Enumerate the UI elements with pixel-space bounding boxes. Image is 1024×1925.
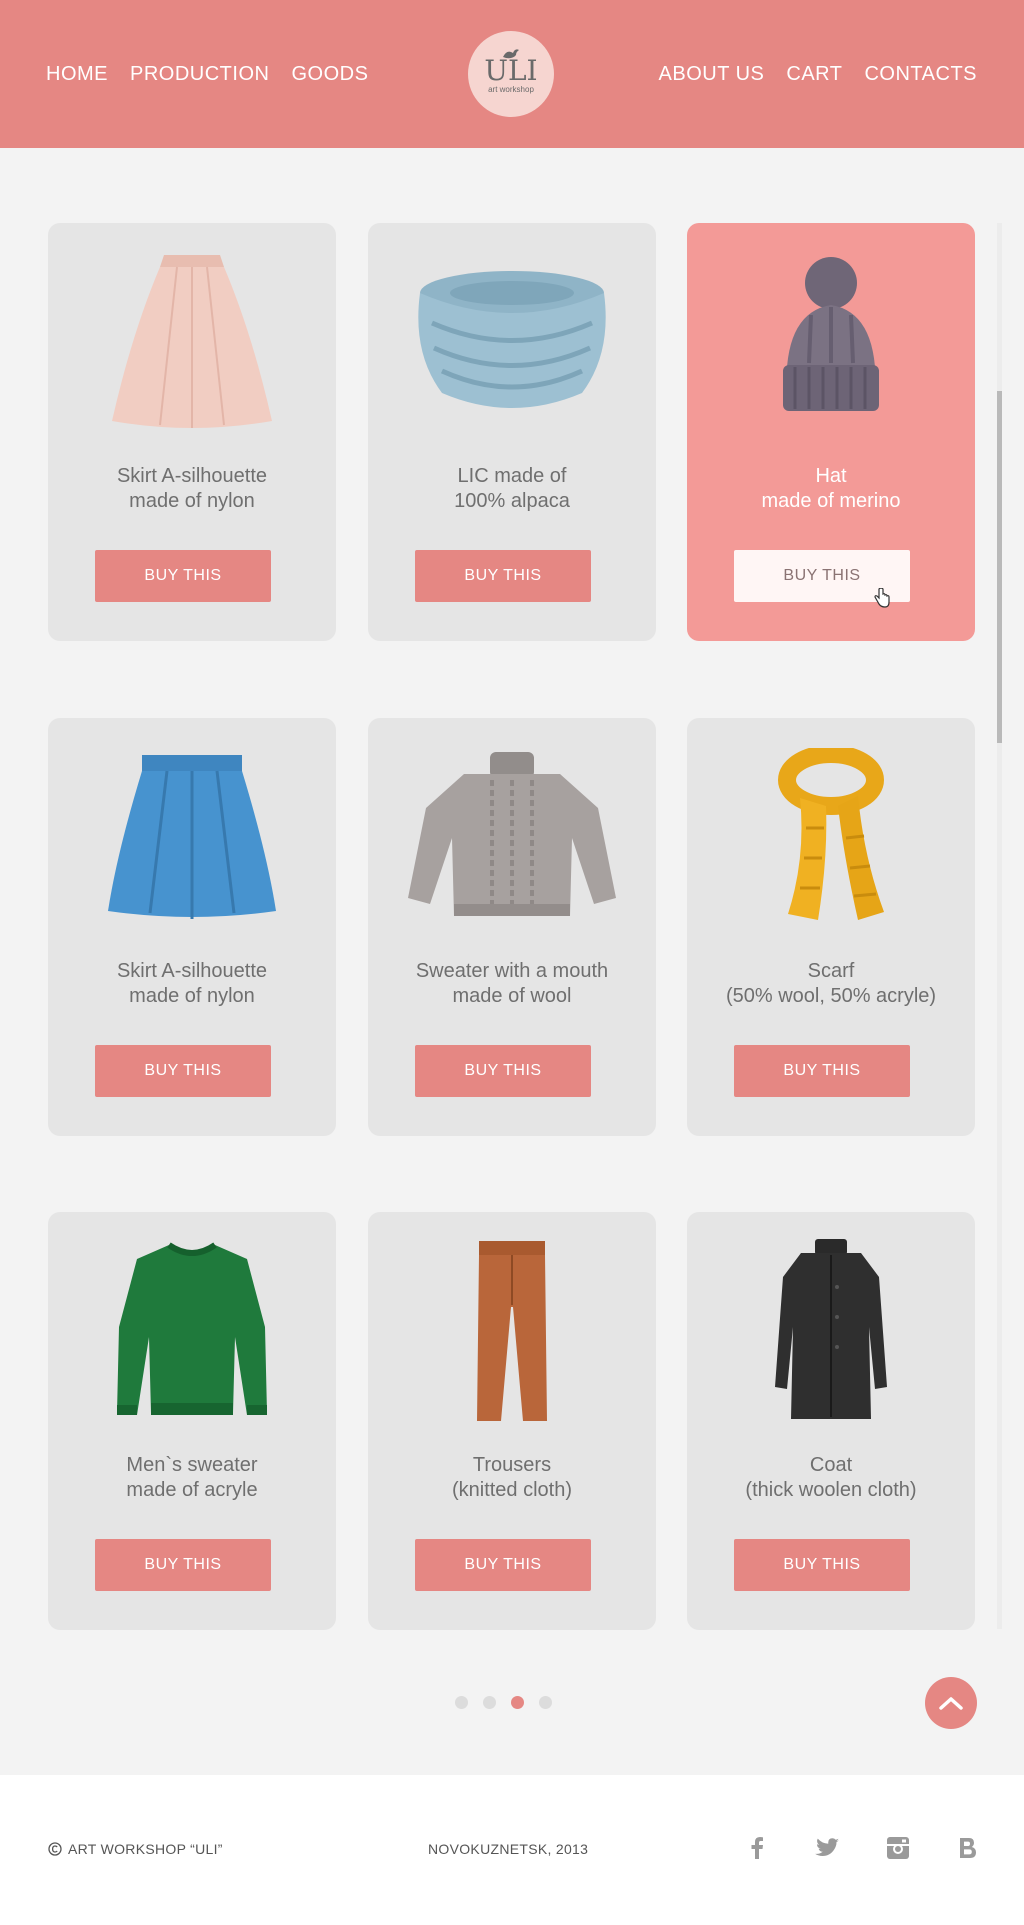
vk-icon[interactable] bbox=[955, 1835, 981, 1861]
buy-button[interactable]: BUY THIS bbox=[415, 550, 591, 602]
product-name: LIC made of bbox=[457, 465, 567, 487]
copyright-text: ART WORKSHOP “ULI” bbox=[68, 1841, 223, 1857]
scroll-to-top-button[interactable] bbox=[925, 1677, 977, 1729]
logo-subtitle: art workshop bbox=[488, 85, 534, 94]
footer-city: NOVOKUZNETSK, 2013 bbox=[428, 1841, 589, 1857]
product-card: Skirt A-silhouette made of nylon BUY THI… bbox=[48, 223, 336, 641]
instagram-icon[interactable] bbox=[885, 1835, 911, 1861]
buy-button[interactable]: BUY THIS bbox=[734, 1045, 910, 1097]
product-name: Sweater with a mouth bbox=[415, 960, 609, 982]
pagination bbox=[455, 1696, 552, 1709]
copyright: ART WORKSHOP “ULI” bbox=[48, 1841, 223, 1857]
hand-cursor-icon bbox=[874, 588, 890, 608]
copyright-icon bbox=[48, 1842, 62, 1856]
product-material: made of acryle bbox=[126, 1479, 258, 1501]
nav-contacts[interactable]: CONTACTS bbox=[864, 63, 977, 86]
nav-home[interactable]: HOME bbox=[46, 63, 108, 86]
product-card: Sweater with a mouth made of wool BUY TH… bbox=[368, 718, 656, 1136]
nav-goods[interactable]: GOODS bbox=[291, 63, 368, 86]
buy-button[interactable]: BUY THIS bbox=[415, 1045, 591, 1097]
buy-button[interactable]: BUY THIS bbox=[734, 1539, 910, 1591]
site-footer: ART WORKSHOP “ULI” NOVOKUZNETSK, 2013 bbox=[0, 1775, 1024, 1925]
main-nav-right: ABOUT US CART CONTACTS bbox=[659, 0, 977, 148]
bird-icon bbox=[503, 49, 519, 59]
product-name: Skirt A-silhouette bbox=[116, 465, 268, 487]
logo-text: ULI bbox=[484, 54, 538, 87]
page-dot-3-active[interactable] bbox=[511, 1696, 524, 1709]
product-image-green-sweater bbox=[48, 1242, 336, 1422]
scrollbar-thumb[interactable] bbox=[997, 391, 1002, 743]
product-card: Men`s sweater made of acryle BUY THIS bbox=[48, 1212, 336, 1630]
nav-about-us[interactable]: ABOUT US bbox=[659, 63, 765, 86]
buy-button[interactable]: BUY THIS bbox=[95, 1045, 271, 1097]
product-image-yellow-scarf bbox=[687, 748, 975, 928]
facebook-icon[interactable] bbox=[744, 1835, 770, 1861]
product-material: made of merino bbox=[761, 490, 901, 512]
buy-button[interactable]: BUY THIS bbox=[415, 1539, 591, 1591]
product-image-orange-trousers bbox=[368, 1241, 656, 1422]
nav-cart[interactable]: CART bbox=[786, 63, 842, 86]
product-name: Coat bbox=[809, 1454, 853, 1476]
page-dot-4[interactable] bbox=[539, 1696, 552, 1709]
product-image-black-coat bbox=[687, 1239, 975, 1422]
product-name: Skirt A-silhouette bbox=[116, 960, 268, 982]
product-material: made of nylon bbox=[129, 490, 255, 512]
product-material: made of wool bbox=[452, 985, 572, 1007]
product-material: (thick woolen cloth) bbox=[745, 1479, 917, 1501]
buy-button[interactable]: BUY THIS bbox=[95, 550, 271, 602]
product-name: Men`s sweater bbox=[126, 1454, 258, 1476]
page-dot-2[interactable] bbox=[483, 1696, 496, 1709]
product-card: Skirt A-silhouette made of nylon BUY THI… bbox=[48, 718, 336, 1136]
product-image-purple-hat bbox=[687, 253, 975, 433]
page-dot-1[interactable] bbox=[455, 1696, 468, 1709]
product-image-grey-sweater bbox=[368, 748, 656, 928]
product-name: Trousers bbox=[472, 1454, 552, 1476]
product-card: Coat (thick woolen cloth) BUY THIS bbox=[687, 1212, 975, 1630]
product-card: Scarf (50% wool, 50% acryle) BUY THIS bbox=[687, 718, 975, 1136]
chevron-up-icon bbox=[939, 1697, 963, 1710]
product-material: (50% wool, 50% acryle) bbox=[725, 985, 937, 1007]
product-image-pink-skirt bbox=[48, 253, 336, 433]
product-name: Hat bbox=[815, 465, 847, 487]
site-header: HOME PRODUCTION GOODS ULI art workshop A… bbox=[0, 0, 1024, 148]
product-image-blue-skirt bbox=[48, 748, 336, 928]
main-nav-left: HOME PRODUCTION GOODS bbox=[46, 0, 368, 148]
scrollbar-track[interactable] bbox=[997, 223, 1002, 1629]
product-material: made of nylon bbox=[129, 985, 255, 1007]
product-material: 100% alpaca bbox=[454, 490, 570, 512]
product-material: (knitted cloth) bbox=[451, 1479, 573, 1501]
logo[interactable]: ULI art workshop bbox=[468, 31, 554, 117]
product-image-blue-snood bbox=[368, 253, 656, 433]
product-card: LIC made of 100% alpaca BUY THIS bbox=[368, 223, 656, 641]
product-card: Trousers (knitted cloth) BUY THIS bbox=[368, 1212, 656, 1630]
buy-button[interactable]: BUY THIS bbox=[95, 1539, 271, 1591]
product-card-active: Hat made of merino BUY THIS bbox=[687, 223, 975, 641]
product-name: Scarf bbox=[807, 960, 855, 982]
twitter-icon[interactable] bbox=[814, 1835, 840, 1861]
nav-production[interactable]: PRODUCTION bbox=[130, 63, 269, 86]
